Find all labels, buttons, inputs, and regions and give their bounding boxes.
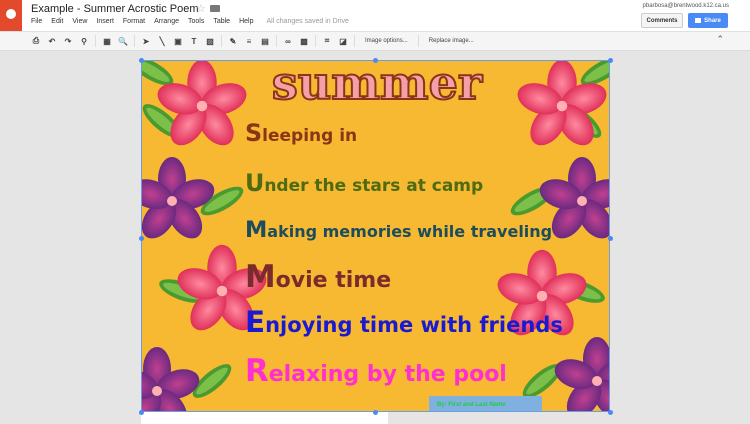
alt-text-icon[interactable]: ▩ bbox=[299, 37, 309, 46]
resize-handle[interactable] bbox=[139, 58, 144, 63]
zoom-icon[interactable]: 🔍 bbox=[118, 37, 128, 46]
image-icon[interactable]: ▨ bbox=[205, 37, 215, 46]
line-text: ovie time bbox=[275, 268, 392, 293]
menu-bar: File Edit View Insert Format Arrange Tools Tabl… bbox=[31, 18, 349, 25]
line-initial: R bbox=[245, 353, 269, 389]
pen-icon[interactable]: ✎ bbox=[228, 37, 238, 46]
share-label: Share bbox=[704, 17, 721, 24]
account-email[interactable]: pbarbosa@brentwood.k12.ca.us bbox=[643, 3, 729, 9]
menu-help[interactable]: Help bbox=[239, 18, 253, 25]
resize-handle[interactable] bbox=[139, 410, 144, 415]
folder-icon[interactable] bbox=[210, 5, 220, 12]
menu-insert[interactable]: Insert bbox=[96, 18, 114, 25]
line-text: leeping in bbox=[262, 126, 358, 146]
flower bbox=[142, 157, 215, 239]
save-status: All changes saved in Drive bbox=[266, 18, 349, 25]
line-text: njoying time with friends bbox=[265, 313, 563, 337]
menu-view[interactable]: View bbox=[72, 18, 87, 25]
link-icon[interactable]: ∞ bbox=[283, 37, 293, 46]
textbox-icon[interactable]: T bbox=[189, 37, 199, 46]
line-initial: M bbox=[245, 217, 268, 243]
shape-icon[interactable]: ▣ bbox=[173, 37, 183, 46]
toolbar-divider bbox=[417, 35, 419, 47]
line-text: elaxing by the pool bbox=[268, 362, 507, 387]
line-weight-icon[interactable]: ≡ bbox=[244, 37, 254, 46]
slides-logo-icon[interactable] bbox=[0, 0, 22, 31]
document-title[interactable]: Example - Summer Acrostic Poem bbox=[31, 3, 199, 15]
line-initial: M bbox=[245, 259, 276, 295]
resize-handle[interactable] bbox=[139, 236, 144, 241]
line-text: nder the stars at camp bbox=[264, 176, 484, 196]
line-initial: U bbox=[245, 169, 265, 197]
paint-format-icon[interactable]: ⚲ bbox=[79, 37, 89, 46]
resize-handle[interactable] bbox=[608, 410, 613, 415]
flower bbox=[142, 347, 200, 411]
byline: By: First and Last Name bbox=[429, 396, 542, 411]
poem-line: Movie time bbox=[245, 259, 391, 295]
toolbar-divider bbox=[315, 35, 316, 47]
menu-table[interactable]: Table bbox=[213, 18, 230, 25]
image-options-button[interactable]: Image options... bbox=[361, 38, 412, 44]
line-dash-icon[interactable]: ▤ bbox=[260, 37, 270, 46]
header: Example - Summer Acrostic Poem ☆ File Edi… bbox=[0, 0, 750, 31]
collapse-icon[interactable]: ⌃ bbox=[716, 34, 724, 45]
toolbar-divider bbox=[354, 35, 355, 47]
menu-file[interactable]: File bbox=[31, 18, 42, 25]
resize-handle[interactable] bbox=[373, 58, 378, 63]
fit-icon[interactable]: ▦ bbox=[102, 37, 112, 46]
resize-handle[interactable] bbox=[608, 58, 613, 63]
menu-arrange[interactable]: Arrange bbox=[154, 18, 179, 25]
poem-line: Under the stars at camp bbox=[245, 169, 483, 197]
menu-edit[interactable]: Edit bbox=[51, 18, 63, 25]
comments-button[interactable]: Comments bbox=[641, 13, 683, 28]
redo-icon[interactable]: ↷ bbox=[63, 37, 73, 46]
line-icon[interactable]: ╲ bbox=[157, 37, 167, 46]
resize-handle[interactable] bbox=[608, 236, 613, 241]
select-icon[interactable]: ➤ bbox=[141, 37, 151, 46]
toolbar-divider bbox=[95, 35, 96, 47]
flower bbox=[554, 337, 609, 411]
toolbar: ⎙ ↶ ↷ ⚲ ▦ 🔍 ➤ ╲ ▣ T ▨ ✎ ≡ ▤ ∞ ▩ ⌗ ◪ Image options... Replac… bbox=[0, 31, 750, 51]
replace-image-button[interactable]: Replace image... bbox=[425, 38, 478, 44]
share-button[interactable]: Share bbox=[688, 13, 728, 28]
line-initial: S bbox=[245, 119, 263, 147]
line-text: aking memories while traveling bbox=[267, 222, 553, 241]
poem-line: Making memories while traveling bbox=[245, 217, 552, 243]
resize-handle[interactable] bbox=[373, 410, 378, 415]
toolbar-divider bbox=[276, 35, 277, 47]
menu-format[interactable]: Format bbox=[123, 18, 145, 25]
star-icon[interactable]: ☆ bbox=[196, 2, 206, 15]
poem-line: Enjoying time with friends bbox=[245, 305, 563, 339]
toolbar-divider bbox=[221, 35, 222, 47]
menu-tools[interactable]: Tools bbox=[188, 18, 204, 25]
print-icon[interactable]: ⎙ bbox=[31, 36, 41, 46]
next-page bbox=[141, 412, 388, 424]
poem-image[interactable]: summer Sleeping in Under the stars at cam… bbox=[141, 60, 610, 412]
poem-line: Relaxing by the pool bbox=[245, 353, 507, 389]
undo-icon[interactable]: ↶ bbox=[47, 37, 57, 46]
mask-icon[interactable]: ◪ bbox=[338, 37, 348, 46]
poem-title: summer bbox=[272, 61, 483, 110]
line-initial: E bbox=[245, 305, 266, 339]
crop-icon[interactable]: ⌗ bbox=[322, 36, 332, 46]
poem-line: Sleeping in bbox=[245, 119, 357, 147]
toolbar-divider bbox=[134, 35, 135, 47]
lock-icon bbox=[695, 18, 702, 23]
